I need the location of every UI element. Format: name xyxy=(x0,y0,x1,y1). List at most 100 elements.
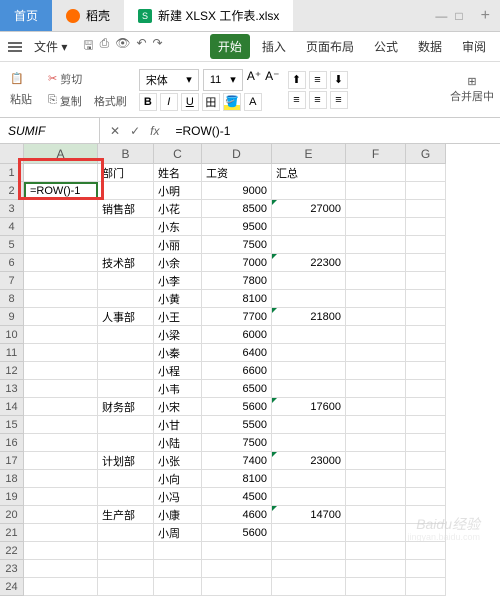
align-top-icon[interactable]: ⬆ xyxy=(288,71,306,89)
cell[interactable] xyxy=(24,470,98,488)
cell[interactable]: 技术部 xyxy=(98,254,154,272)
print-icon[interactable]: ⎙ xyxy=(100,36,110,57)
cell[interactable] xyxy=(406,200,446,218)
row-header[interactable]: 5 xyxy=(0,236,24,254)
cell[interactable] xyxy=(272,362,346,380)
tab-daoke[interactable]: 稻壳 xyxy=(52,0,124,31)
cell[interactable] xyxy=(24,218,98,236)
cell[interactable] xyxy=(24,200,98,218)
cell[interactable] xyxy=(272,236,346,254)
tab-insert[interactable]: 插入 xyxy=(254,34,294,59)
hamburger-icon[interactable] xyxy=(6,40,24,54)
cell[interactable] xyxy=(272,218,346,236)
col-header-a[interactable]: A xyxy=(24,144,98,164)
row-header[interactable]: 16 xyxy=(0,434,24,452)
cell[interactable] xyxy=(24,380,98,398)
row-header[interactable]: 9 xyxy=(0,308,24,326)
tab-home[interactable]: 首页 xyxy=(0,0,52,31)
col-header-g[interactable]: G xyxy=(406,144,446,164)
restore-icon[interactable]: □ xyxy=(455,9,462,23)
cell[interactable] xyxy=(98,560,154,578)
bold-button[interactable]: B xyxy=(139,93,157,111)
cell[interactable]: 4600 xyxy=(202,506,272,524)
cell[interactable] xyxy=(24,524,98,542)
cell[interactable] xyxy=(98,326,154,344)
cell[interactable]: 小陆 xyxy=(154,434,202,452)
cell[interactable]: 5600 xyxy=(202,524,272,542)
cell[interactable] xyxy=(154,560,202,578)
row-header[interactable]: 6 xyxy=(0,254,24,272)
cell[interactable]: 小康 xyxy=(154,506,202,524)
cell[interactable] xyxy=(346,218,406,236)
cell[interactable]: 6000 xyxy=(202,326,272,344)
row-header[interactable]: 7 xyxy=(0,272,24,290)
col-header-b[interactable]: B xyxy=(98,144,154,164)
cell[interactable]: 7800 xyxy=(202,272,272,290)
cell[interactable]: 小东 xyxy=(154,218,202,236)
cell[interactable]: 22300 xyxy=(272,254,346,272)
cell[interactable]: 小张 xyxy=(154,452,202,470)
row-header[interactable]: 18 xyxy=(0,470,24,488)
cell[interactable] xyxy=(24,560,98,578)
cell[interactable]: 21800 xyxy=(272,308,346,326)
cell[interactable] xyxy=(24,362,98,380)
cell[interactable] xyxy=(24,434,98,452)
cell[interactable] xyxy=(406,362,446,380)
cell[interactable] xyxy=(346,344,406,362)
cell[interactable]: 小冯 xyxy=(154,488,202,506)
row-header[interactable]: 3 xyxy=(0,200,24,218)
cell[interactable] xyxy=(346,254,406,272)
tab-start[interactable]: 开始 xyxy=(210,34,250,59)
cell[interactable]: 7000 xyxy=(202,254,272,272)
cell[interactable] xyxy=(24,506,98,524)
cell[interactable] xyxy=(98,182,154,200)
cell[interactable]: 汇总 xyxy=(272,164,346,182)
cell[interactable] xyxy=(98,416,154,434)
cell[interactable]: 人事部 xyxy=(98,308,154,326)
cell[interactable] xyxy=(346,290,406,308)
cell[interactable]: 5600 xyxy=(202,398,272,416)
cell[interactable] xyxy=(98,290,154,308)
size-select[interactable]: 11▾ xyxy=(203,69,243,91)
align-center-icon[interactable]: ≡ xyxy=(309,91,327,109)
cell[interactable] xyxy=(406,542,446,560)
fx-icon[interactable]: fx xyxy=(150,124,159,138)
cell[interactable] xyxy=(406,470,446,488)
cell[interactable] xyxy=(406,290,446,308)
cell[interactable] xyxy=(24,326,98,344)
align-bottom-icon[interactable]: ⬇ xyxy=(330,71,348,89)
align-middle-icon[interactable]: ≡ xyxy=(309,71,327,89)
row-header[interactable]: 17 xyxy=(0,452,24,470)
cell[interactable] xyxy=(24,308,98,326)
name-box[interactable]: SUMIF xyxy=(0,118,100,143)
cell[interactable]: 8500 xyxy=(202,200,272,218)
tab-review[interactable]: 审阅 xyxy=(454,34,494,59)
cell[interactable] xyxy=(98,380,154,398)
cell[interactable] xyxy=(406,182,446,200)
merge-icon[interactable]: ⊞ xyxy=(450,75,494,88)
cell[interactable] xyxy=(406,164,446,182)
cell[interactable]: 小周 xyxy=(154,524,202,542)
cell[interactable] xyxy=(154,578,202,596)
row-header[interactable]: 10 xyxy=(0,326,24,344)
cell[interactable] xyxy=(346,362,406,380)
cell[interactable] xyxy=(24,164,98,182)
cell[interactable]: 小王 xyxy=(154,308,202,326)
cell[interactable] xyxy=(406,416,446,434)
cell[interactable]: 财务部 xyxy=(98,398,154,416)
cell[interactable]: 小花 xyxy=(154,200,202,218)
cell[interactable] xyxy=(98,488,154,506)
cell[interactable] xyxy=(272,542,346,560)
cell[interactable] xyxy=(98,434,154,452)
cell[interactable] xyxy=(272,182,346,200)
cell[interactable] xyxy=(346,326,406,344)
cell[interactable] xyxy=(24,542,98,560)
cell[interactable] xyxy=(202,560,272,578)
cell[interactable] xyxy=(406,380,446,398)
cell[interactable] xyxy=(24,254,98,272)
formula-input[interactable]: =ROW()-1 xyxy=(169,124,500,138)
cell[interactable] xyxy=(406,434,446,452)
cell[interactable]: 小梁 xyxy=(154,326,202,344)
cell[interactable]: 9000 xyxy=(202,182,272,200)
cell[interactable] xyxy=(98,578,154,596)
